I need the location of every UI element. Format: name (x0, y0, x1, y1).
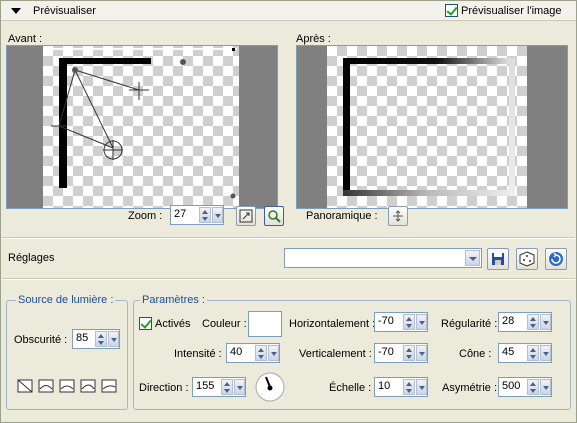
light-source-group-label: Source de lumière : (16, 293, 116, 307)
zoom-stepper[interactable] (199, 207, 211, 223)
vertical-spinbox[interactable]: -70 (374, 343, 428, 363)
darkness-dropdown-arrow[interactable] (108, 331, 119, 347)
regularity-dropdown-arrow[interactable] (540, 314, 551, 330)
color-label: Couleur : (202, 318, 247, 330)
direction-stepper[interactable] (221, 379, 233, 395)
cone-spinbox[interactable]: 45 (498, 343, 552, 363)
darkness-stepper[interactable] (95, 331, 107, 347)
asymmetry-spinbox[interactable]: 500 (498, 377, 552, 397)
settings-label: Réglages (8, 252, 55, 264)
random-button[interactable] (516, 248, 538, 270)
vertical-label: Verticalement : (299, 348, 372, 360)
before-preview[interactable] (6, 45, 278, 209)
zoom-label: Zoom : (128, 210, 163, 222)
light-preset-1-icon[interactable] (16, 377, 34, 395)
horizontal-dropdown-arrow[interactable] (416, 314, 427, 330)
zoom-fit-icon (239, 209, 253, 223)
zoom-dropdown-arrow[interactable] (212, 207, 223, 223)
magnifier-icon (268, 210, 281, 223)
zoom-spinbox[interactable]: 27 (170, 205, 224, 225)
cone-dropdown-arrow[interactable] (540, 345, 551, 361)
darkness-spinbox[interactable]: 85 (72, 329, 120, 349)
asymmetry-stepper[interactable] (527, 379, 539, 395)
scale-label: Échelle : (329, 382, 372, 394)
vertical-stepper[interactable] (403, 345, 415, 361)
reset-icon (549, 252, 563, 266)
preview-image-label: Prévisualiser l'image (461, 5, 562, 17)
preview-section-title: Prévisualiser (33, 5, 96, 17)
parameters-group-label: Paramètres : (140, 293, 207, 307)
direction-spinbox[interactable]: 155 (192, 377, 246, 397)
cone-label: Cône : (459, 348, 492, 360)
before-label: Avant : (8, 33, 43, 45)
direction-dial-icon[interactable] (254, 371, 286, 403)
asymmetry-dropdown-arrow[interactable] (540, 379, 551, 395)
light-preset-3-icon[interactable] (58, 377, 76, 395)
save-icon (492, 253, 504, 265)
scale-spinbox[interactable]: 10 (374, 377, 428, 397)
light-preset-4-icon[interactable] (79, 377, 97, 395)
zoom-fit-button[interactable] (236, 206, 256, 226)
darkness-label: Obscurité : (14, 334, 68, 346)
horizontal-label: Horizontalement : (289, 318, 376, 330)
intensity-spinbox[interactable]: 40 (226, 343, 280, 363)
zoom-lock-button[interactable] (264, 206, 284, 226)
horizontal-spinbox[interactable]: -70 (374, 312, 428, 332)
intensity-dropdown-arrow[interactable] (268, 345, 279, 361)
active-checkbox[interactable] (139, 317, 152, 330)
move-icon (393, 210, 403, 222)
light-preset-5-icon[interactable] (100, 377, 118, 395)
regularity-stepper[interactable] (527, 314, 539, 330)
preview-header[interactable]: Prévisualiser Prévisualiser l'image (1, 1, 576, 21)
active-label: Activés (155, 318, 191, 330)
direction-dropdown-arrow[interactable] (234, 379, 245, 395)
color-swatch[interactable] (248, 311, 282, 337)
intensity-stepper[interactable] (255, 345, 267, 361)
regularity-spinbox[interactable]: 28 (498, 312, 552, 332)
regularity-label: Régularité : (441, 318, 498, 330)
preview-image-checkbox[interactable] (445, 4, 458, 17)
scale-dropdown-arrow[interactable] (416, 379, 427, 395)
after-preview (296, 45, 568, 209)
reset-button[interactable] (545, 248, 567, 270)
light-preset-2-icon[interactable] (37, 377, 55, 395)
direction-label: Direction : (139, 382, 189, 394)
intensity-label: Intensité : (174, 348, 222, 360)
scale-stepper[interactable] (403, 379, 415, 395)
pan-button[interactable] (388, 206, 408, 226)
horizontal-stepper[interactable] (403, 314, 415, 330)
dice-icon (519, 251, 535, 267)
vertical-dropdown-arrow[interactable] (416, 345, 427, 361)
after-effect-overlay (343, 58, 515, 196)
presets-dropdown-arrow[interactable] (465, 250, 480, 266)
cone-stepper[interactable] (527, 345, 539, 361)
save-preset-button[interactable] (487, 248, 509, 270)
pan-label: Panoramique : (306, 210, 378, 222)
presets-combo[interactable] (284, 248, 482, 268)
after-label: Après : (296, 33, 331, 45)
collapse-triangle-icon[interactable] (11, 8, 21, 14)
asymmetry-label: Asymétrie : (442, 382, 498, 394)
light-direction-overlay[interactable] (7, 46, 277, 208)
